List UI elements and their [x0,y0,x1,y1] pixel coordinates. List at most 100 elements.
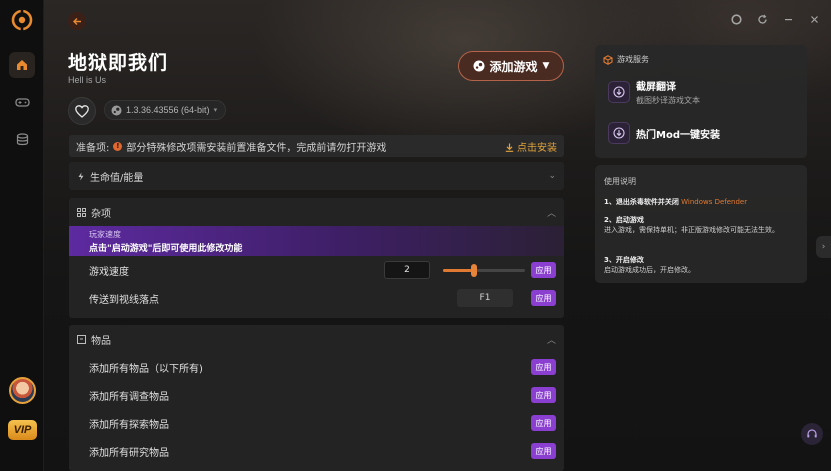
install-label: 点击安装 [517,142,557,154]
speed-value-input[interactable]: 2 [384,261,430,279]
window-controls [729,12,821,26]
vip-badge[interactable]: VIP [8,420,37,440]
service-mod-install[interactable]: 热门Mod一键安装 [608,122,720,144]
favorite-button[interactable] [68,97,96,125]
apply-button[interactable]: 应用 [531,359,556,375]
option-row: 添加所有物品（以下所有) 应用 [69,353,564,381]
game-subtitle: Hell is Us [68,75,107,85]
step-title: 3、开启修改 [604,256,644,264]
step-text: 启动游戏成功后，开启修改。 [604,266,695,274]
service-name: 截屏翻译 [636,82,676,93]
option-label: 添加所有探索物品 [89,419,169,431]
database-icon [16,132,28,145]
section-misc: 杂项 ︿ 玩家速度 点击"启动游戏"后即可使用此修改功能 游戏速度 2 应用 传… [69,198,564,318]
translate-icon [608,81,630,103]
slider-handle[interactable] [471,264,478,277]
prep-bar: 准备项: ! 部分特殊修改项需安装前置准备文件，完成前请勿打开游戏 点击安装 [69,135,564,157]
section-header[interactable]: 物品 ︿ [69,325,564,353]
sidebar-item-home[interactable] [9,52,35,78]
services-title: 游戏服务 [603,54,649,65]
usage-title: 使用说明 [604,177,636,186]
steam-icon [111,105,122,115]
section-header[interactable]: 生命值/能量 ⌄ [69,162,564,190]
sidebar-item-library[interactable] [9,126,35,152]
usage-step-3: 3、开启修改 启动游戏成功后，开启修改。 [604,255,800,275]
section-header[interactable]: 杂项 ︿ [69,198,564,226]
box-icon [77,334,86,344]
user-icon[interactable] [729,12,743,26]
prep-notice: 部分特殊修改项需安装前置准备文件，完成前请勿打开游戏 [126,142,387,154]
usage-step-2: 2、启动游戏 进入游戏，需保持单机；非正版游戏修改可能无法生效。 [604,215,800,235]
close-icon[interactable] [807,12,821,26]
home-icon [17,60,27,70]
apply-button[interactable]: 应用 [531,290,556,306]
service-desc: 截图秒译游戏文本 [636,96,700,105]
add-game-label: 添加游戏 [489,59,538,74]
version-label: 1.3.36.43556 (64-bit) [126,105,210,115]
service-name: 热门Mod一键安装 [636,129,720,141]
option-label: 添加所有研究物品 [89,447,169,459]
chevron-down-icon: ⌄ [548,171,556,181]
prep-label: 准备项: [76,142,110,154]
option-label: 添加所有物品（以下所有) [89,363,203,375]
service-screenshot-translate[interactable]: 截屏翻译 截图秒译游戏文本 [608,78,700,106]
cube-icon [603,54,613,65]
step-text: 进入游戏，需保持单机；非正版游戏修改可能无法生效。 [604,226,779,234]
option-label: 传送到视线落点 [89,294,159,306]
apply-button[interactable]: 应用 [531,415,556,431]
caret-down-icon: ▼ [542,61,550,71]
option-row: 添加所有研究物品 应用 [69,437,564,465]
section-title: 生命值/能量 [90,172,144,184]
slider-fill [443,269,475,272]
refresh-icon[interactable] [755,12,769,26]
step-highlight: Windows Defender [681,198,748,206]
back-button[interactable] [68,12,86,30]
banner-title: 玩家速度 [89,230,121,239]
section-health[interactable]: 生命值/能量 ⌄ [69,162,564,190]
download-icon [505,143,514,152]
minimize-icon[interactable] [781,12,795,26]
chevron-up-icon: ︿ [546,208,556,219]
avatar[interactable] [9,377,36,404]
option-row: 添加所有调查物品 应用 [69,381,564,409]
step-title: 2、启动游戏 [604,216,644,224]
page-title: 地狱即我们 [68,52,169,74]
services-title-text: 游戏服务 [617,55,649,64]
services-panel: 游戏服务 截屏翻译 截图秒译游戏文本 热门Mod一键安装 [595,45,807,158]
install-link[interactable]: 点击安装 [505,139,557,154]
section-items: 物品 ︿ 添加所有物品（以下所有) 应用 添加所有调查物品 应用 添加所有探索物… [69,325,564,471]
option-label: 添加所有调查物品 [89,391,169,403]
hotkey-field[interactable]: F1 [457,289,513,307]
usage-step-1: 1、退出杀毒软件并关闭 Windows Defender [604,197,800,207]
headset-icon [807,429,817,438]
usage-panel: 使用说明 1、退出杀毒软件并关闭 Windows Defender 2、启动游戏… [595,165,807,283]
section-title: 杂项 [91,208,111,220]
heart-icon [75,104,89,118]
add-game-button[interactable]: 添加游戏 ▼ [458,51,564,81]
sidebar-item-games[interactable] [9,89,35,115]
steam-icon [473,60,485,72]
download-icon [608,122,630,144]
grid-icon [77,207,86,217]
warning-icon: ! [113,141,123,151]
apply-button[interactable]: 应用 [531,443,556,459]
option-label: 游戏速度 [89,266,129,278]
option-row: 添加所有探索物品 应用 [69,409,564,437]
speed-banner: 玩家速度 点击"启动游戏"后即可使用此修改功能 [69,226,564,256]
option-row: 游戏速度 2 应用 [69,256,564,284]
chevron-down-icon: ▾ [213,107,218,114]
expand-panel-button[interactable]: › [816,236,831,258]
apply-button[interactable]: 应用 [531,387,556,403]
chevron-up-icon: ︿ [546,335,556,346]
speed-slider[interactable] [443,264,525,277]
lightning-icon [78,172,84,180]
chevron-right-icon: › [821,242,826,252]
apply-button[interactable]: 应用 [531,262,556,278]
sidebar: VIP [0,0,44,471]
step-title: 1、退出杀毒软件并关闭 [604,198,679,206]
support-button[interactable] [801,423,823,445]
arrow-left-icon [72,17,81,25]
version-select[interactable]: 1.3.36.43556 (64-bit) ▾ [104,100,227,120]
gamepad-icon [14,98,30,107]
banner-text: 点击"启动游戏"后即可使用此修改功能 [89,244,243,254]
